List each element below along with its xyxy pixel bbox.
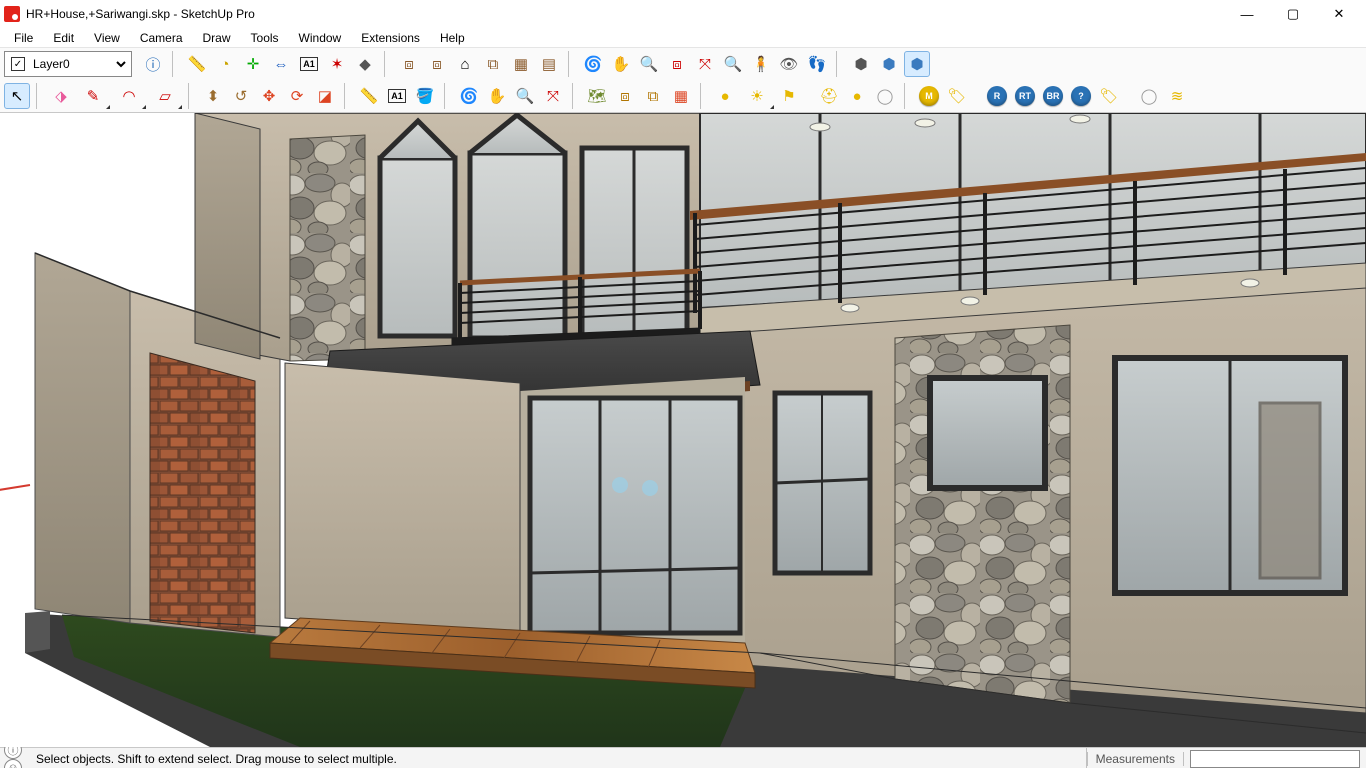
badge-m[interactable]: M — [916, 83, 942, 109]
menu-file[interactable]: File — [4, 28, 43, 47]
text-label-icon[interactable]: A1 — [296, 51, 322, 77]
protractor-icon[interactable]: ◔ — [212, 51, 238, 77]
shaded-textures-icon[interactable]: ⬢ — [904, 51, 930, 77]
toolbar-row-2: ↖⬗✎◠▱⬍↺✥⟳◪📏A1🪣🌀✋🔍⤧🗺⧈⧉▦●☀⚑⛑●◯M🏷RRTBR?🏷◯≋ — [0, 80, 1366, 112]
zoom-extents-2-icon[interactable]: ⤧ — [540, 83, 566, 109]
measurements-input[interactable] — [1190, 750, 1360, 768]
shaded-icon[interactable]: ⬢ — [876, 51, 902, 77]
extension-warehouse-icon[interactable]: ⧉ — [640, 83, 666, 109]
minimize-button[interactable]: — — [1224, 0, 1270, 28]
component-attributes-icon[interactable]: ⧉ — [480, 51, 506, 77]
zoom-window-icon[interactable]: ⧈ — [664, 51, 690, 77]
model-info-icon[interactable]: ▤ — [536, 51, 562, 77]
menu-help[interactable]: Help — [430, 28, 475, 47]
select-icon[interactable]: ↖ — [4, 83, 30, 109]
layer-visible-checkbox[interactable]: ✓ — [11, 57, 25, 71]
tape-measure-icon[interactable]: 📏 — [184, 51, 210, 77]
zoom-extents-icon[interactable]: ⤧ — [692, 51, 718, 77]
badge-tag2[interactable]: 🏷 — [1096, 83, 1122, 109]
layout-icon[interactable]: ▦ — [668, 83, 694, 109]
menu-tools[interactable]: Tools — [241, 28, 289, 47]
status-bar: ⊕ⓘ☺? Select objects. Shift to extend sel… — [0, 747, 1366, 768]
badge-br[interactable]: BR — [1040, 83, 1066, 109]
make-component-icon[interactable]: ⧈ — [396, 51, 422, 77]
orbit-icon[interactable]: 🌀 — [580, 51, 606, 77]
menu-extensions[interactable]: Extensions — [351, 28, 430, 47]
flag-icon[interactable]: ⚑ — [776, 83, 802, 109]
menu-window[interactable]: Window — [289, 28, 352, 47]
pan-icon[interactable]: ✋ — [608, 51, 634, 77]
sketchup-app-icon — [4, 6, 20, 22]
title-bar: HR+House,+Sariwangi.skp - SketchUp Pro —… — [0, 0, 1366, 28]
section-plane-icon[interactable]: ◆ — [352, 51, 378, 77]
sphere-icon[interactable]: ● — [844, 83, 870, 109]
menu-bar: FileEditViewCameraDrawToolsWindowExtensi… — [0, 28, 1366, 48]
component-window-icon[interactable]: ▦ — [508, 51, 534, 77]
pan-2-icon[interactable]: ✋ — [484, 83, 510, 109]
info-icon[interactable]: ⓘ — [140, 51, 166, 77]
zoom-2-icon[interactable]: 🔍 — [512, 83, 538, 109]
arc-icon[interactable]: ◠ — [112, 83, 146, 109]
layer-selector[interactable]: ✓ Layer0 — [4, 51, 132, 77]
line-icon[interactable]: ✎ — [76, 83, 110, 109]
push-pull-icon[interactable]: ⬍ — [200, 83, 226, 109]
maximize-button[interactable]: ▢ — [1270, 0, 1316, 28]
measurements-label: Measurements — [1087, 752, 1184, 766]
menu-camera[interactable]: Camera — [130, 28, 193, 47]
window-title: HR+House,+Sariwangi.skp - SketchUp Pro — [26, 7, 1224, 21]
geolocation-icon[interactable]: 🗺 — [584, 83, 610, 109]
toolbar-row-1: ✓ Layer0 ⓘ📏◔✛⇔A1✶◆⧈⧈⌂⧉▦▤🌀✋🔍⧈⤧🔍🧍👁👣⬢⬢⬢ — [0, 48, 1366, 80]
menu-view[interactable]: View — [84, 28, 130, 47]
rectangle-icon[interactable]: ▱ — [148, 83, 182, 109]
badge-stripes[interactable]: ≋ — [1164, 83, 1190, 109]
hardhat-icon[interactable]: ⛑ — [816, 83, 842, 109]
eraser-icon[interactable]: ⬗ — [48, 83, 74, 109]
stop-icon[interactable]: ◯ — [872, 83, 898, 109]
previous-view-icon[interactable]: 🔍 — [720, 51, 746, 77]
orbit-2-icon[interactable]: 🌀 — [456, 83, 482, 109]
badge-r[interactable]: R — [984, 83, 1010, 109]
move-icon[interactable]: ✥ — [256, 83, 282, 109]
look-around-icon[interactable]: 👁 — [776, 51, 802, 77]
badge-help[interactable]: ? — [1068, 83, 1094, 109]
zoom-icon[interactable]: 🔍 — [636, 51, 662, 77]
badge-rt[interactable]: RT — [1012, 83, 1038, 109]
menu-edit[interactable]: Edit — [43, 28, 84, 47]
follow-me-icon[interactable]: ↺ — [228, 83, 254, 109]
outliner-icon[interactable]: ⌂ — [452, 51, 478, 77]
axes-icon[interactable]: ✛ — [240, 51, 266, 77]
paint-bucket-icon[interactable]: 🪣 — [412, 83, 438, 109]
toolbar-area: ✓ Layer0 ⓘ📏◔✛⇔A1✶◆⧈⧈⌂⧉▦▤🌀✋🔍⧈⤧🔍🧍👁👣⬢⬢⬢ ↖⬗✎… — [0, 48, 1366, 113]
3d-text-icon[interactable]: ✶ — [324, 51, 350, 77]
model-viewport[interactable] — [0, 113, 1366, 747]
iso-view-icon[interactable]: ⬢ — [848, 51, 874, 77]
text-2-icon[interactable]: A1 — [384, 83, 410, 109]
dimension-icon[interactable]: ⇔ — [268, 51, 294, 77]
close-button[interactable]: ✕ — [1316, 0, 1362, 28]
sun-yellow-icon[interactable]: ● — [712, 83, 738, 109]
scale-icon[interactable]: ◪ — [312, 83, 338, 109]
walk-icon[interactable]: 👣 — [804, 51, 830, 77]
3d-warehouse-icon[interactable]: ⧈ — [612, 83, 638, 109]
component-options-icon[interactable]: ⧈ — [424, 51, 450, 77]
rotate-icon[interactable]: ⟳ — [284, 83, 310, 109]
badge-dot[interactable]: ◯ — [1136, 83, 1162, 109]
position-camera-icon[interactable]: 🧍 — [748, 51, 774, 77]
menu-draw[interactable]: Draw — [193, 28, 241, 47]
sun-settings-icon[interactable]: ☀ — [740, 83, 774, 109]
badge-tag[interactable]: 🏷 — [944, 83, 970, 109]
layer-dropdown[interactable]: Layer0 — [29, 53, 129, 75]
tape-measure-2-icon[interactable]: 📏 — [356, 83, 382, 109]
profile-status-icon[interactable]: ☺ — [4, 759, 22, 768]
status-hint: Select objects. Shift to extend select. … — [36, 752, 1086, 766]
